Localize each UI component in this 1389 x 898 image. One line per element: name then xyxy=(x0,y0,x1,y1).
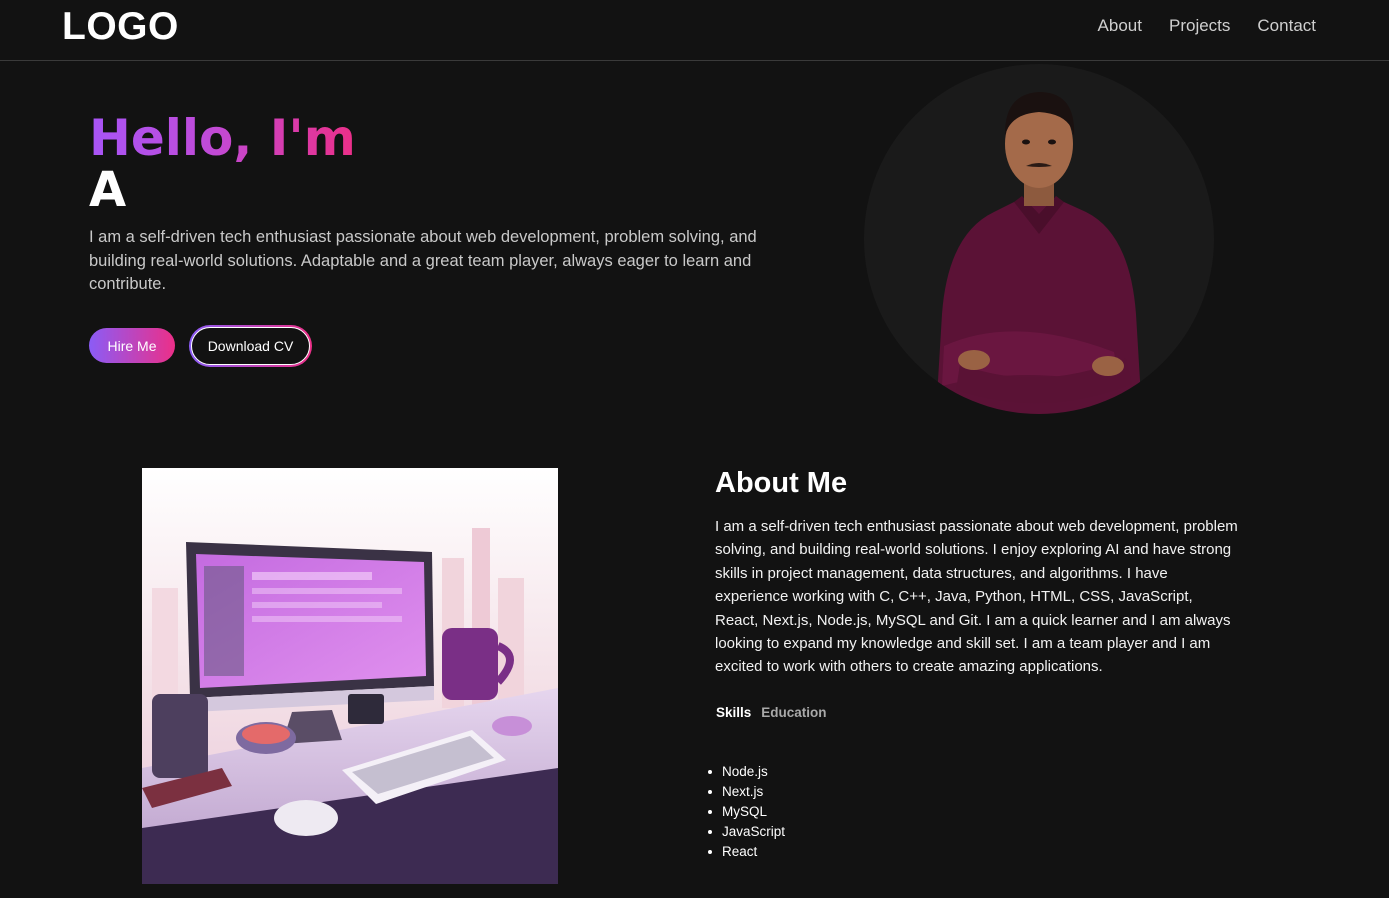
hero-description: I am a self-driven tech enthusiast passi… xyxy=(89,228,757,293)
list-item: MySQL xyxy=(707,802,785,822)
list-item: Node.js xyxy=(707,762,785,782)
about-tabs: Skills Education xyxy=(716,705,827,720)
nav-links: About Projects Contact xyxy=(1098,16,1316,36)
list-item: React xyxy=(707,842,785,862)
profile-photo xyxy=(864,64,1214,414)
about-title: About Me xyxy=(715,467,848,499)
hire-me-button[interactable]: Hire Me xyxy=(89,328,175,363)
hero-greeting: Hello, I'm xyxy=(89,109,356,167)
desk-computer-illustration xyxy=(142,468,558,884)
tab-education[interactable]: Education xyxy=(761,705,826,720)
nav-link-about[interactable]: About xyxy=(1098,16,1142,36)
download-cv-label: Download CV xyxy=(191,327,310,365)
hero-name: A xyxy=(89,162,127,218)
nav-link-projects[interactable]: Projects xyxy=(1169,16,1230,36)
about-description: I am a self-driven tech enthusiast passi… xyxy=(715,518,1238,676)
person-portrait-illustration xyxy=(936,92,1142,414)
nav-link-contact[interactable]: Contact xyxy=(1257,16,1316,36)
navbar: LOGO About Projects Contact xyxy=(0,0,1389,61)
list-item: JavaScript xyxy=(707,822,785,842)
skills-list: Node.js Next.js MySQL JavaScript React xyxy=(707,762,785,862)
workspace-illustration xyxy=(142,468,558,884)
download-cv-button[interactable]: Download CV xyxy=(189,325,312,367)
site-logo[interactable]: LOGO xyxy=(62,5,179,49)
list-item: Next.js xyxy=(707,782,785,802)
tab-skills[interactable]: Skills xyxy=(716,705,751,720)
